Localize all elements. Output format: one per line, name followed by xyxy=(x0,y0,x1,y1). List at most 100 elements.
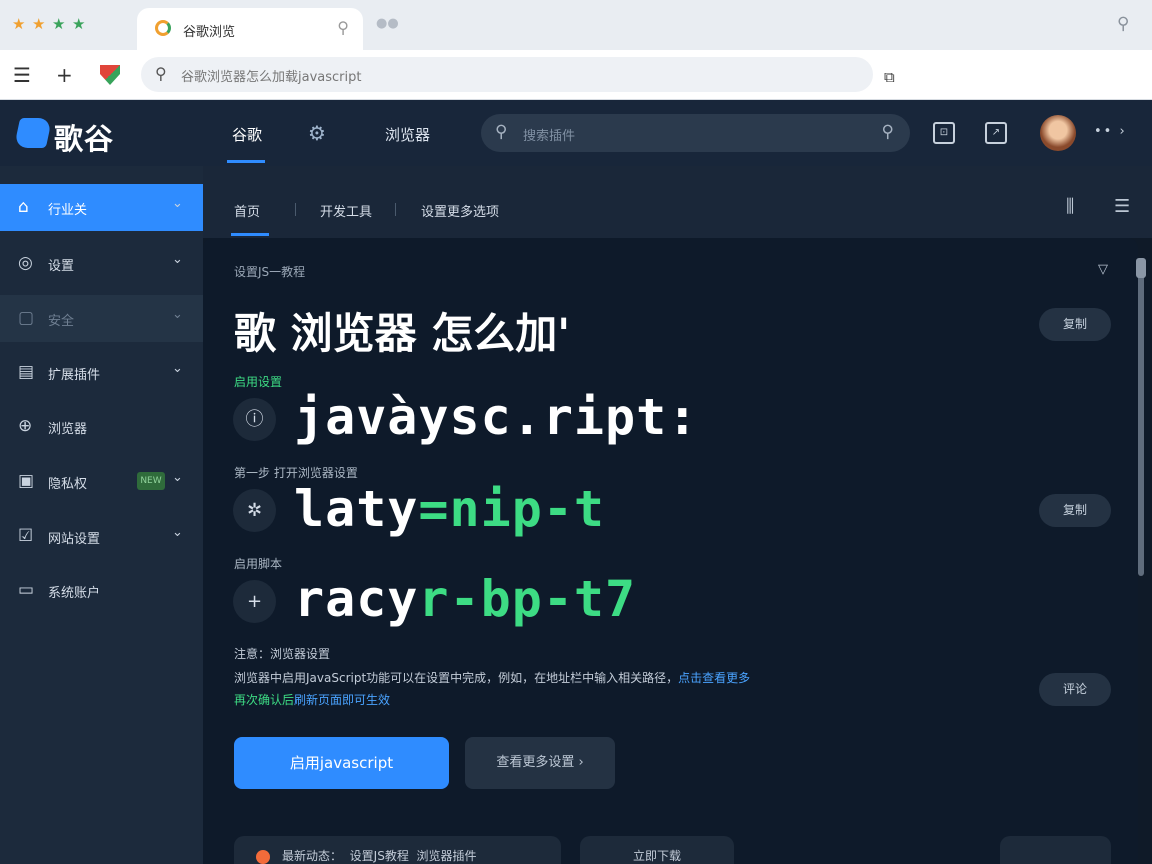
sidebar-item-privacy[interactable]: ▣ 隐私权 NEW ⌄ xyxy=(0,458,203,505)
eye-icon: ◎ xyxy=(18,253,33,273)
sidebar-item-extensions[interactable]: ▤ 扩展插件 ⌄ xyxy=(0,349,203,396)
logo-icon[interactable] xyxy=(13,118,53,148)
site-search[interactable]: ⚲ 搜索插件 ⚲ xyxy=(481,114,910,152)
enable-javascript-button[interactable]: 启用javascript xyxy=(234,737,449,789)
gear-icon: ✲ xyxy=(233,489,276,532)
clipboard-icon: ▤ xyxy=(18,362,35,382)
tab-divider xyxy=(295,203,296,216)
comment-button[interactable]: 评论 xyxy=(1039,673,1111,706)
description-heading: 注意：浏览器设置 xyxy=(234,647,331,661)
new-badge: NEW xyxy=(137,472,165,490)
more-settings-button[interactable]: 查看更多设置 › xyxy=(465,737,615,789)
address-bar-text[interactable]: 谷歌浏览器怎么加载javascript xyxy=(181,66,361,85)
sidebar-item-label: 行业关 xyxy=(48,203,88,218)
star-icon[interactable]: ★ xyxy=(32,17,47,32)
sidebar-item-settings[interactable]: ◎ 设置 ⌄ xyxy=(0,240,203,287)
tab-more-settings[interactable]: 设置更多选项 xyxy=(421,201,499,220)
tab-dev-tools[interactable]: 开发工具 xyxy=(320,201,372,220)
browser-tab[interactable]: 谷歌浏览 ⚲ xyxy=(137,8,363,50)
install-icon[interactable]: ⧉ xyxy=(884,65,895,89)
description-line: 再次确认后刷新页面即可生效 xyxy=(234,691,390,708)
card-text: 浏览器插件 xyxy=(416,849,477,863)
chevron-down-icon[interactable]: ⌄ xyxy=(172,361,183,376)
window-controls: ★ ★ ★ ★ xyxy=(12,17,87,32)
news-card[interactable]: 最新动态： 设置JS教程 浏览器插件 xyxy=(234,836,561,864)
description-link[interactable]: 刷新页面即可生效 xyxy=(294,693,390,707)
sidebar-item-security[interactable]: ▢ 安全 ⌄ xyxy=(0,295,203,342)
card-text: 设置JS教程 xyxy=(349,849,409,863)
step-label: 启用设置 xyxy=(234,375,283,389)
sidebar-item-system-account[interactable]: ▭ 系统账户 xyxy=(0,567,203,614)
code-text-highlight: r-bp-t7 xyxy=(418,570,637,628)
shield-icon[interactable] xyxy=(100,65,120,85)
breadcrumb: 设置JS一教程 xyxy=(234,265,306,279)
tab-active-indicator xyxy=(231,233,269,236)
code-text-highlight: =nip-t xyxy=(418,480,606,538)
extension-icon[interactable]: ⚙ xyxy=(308,121,326,145)
info-icon: ⓘ xyxy=(233,398,276,441)
tab-search-icon[interactable]: ⚲ xyxy=(1117,14,1129,34)
logo-text[interactable]: 歌谷 xyxy=(54,116,114,158)
address-bar[interactable]: ⚲ 谷歌浏览器怎么加载javascript xyxy=(141,57,873,92)
nav-active-indicator xyxy=(227,160,265,163)
list-icon[interactable]: ☰ xyxy=(1114,196,1130,217)
code-line: racyr-bp-t7 xyxy=(294,570,636,628)
extra-card[interactable] xyxy=(1000,836,1111,864)
sidebar-item-site-settings[interactable]: ☑ 网站设置 ⌄ xyxy=(0,513,203,560)
copy-button[interactable]: 复制 xyxy=(1039,308,1111,341)
sidebar-item-label: 浏览器 xyxy=(48,422,88,437)
search-submit-icon[interactable]: ⚲ xyxy=(882,122,894,142)
nav-item-browser[interactable]: 浏览器 xyxy=(385,124,430,145)
tab-search-icon[interactable]: ⚲ xyxy=(337,18,349,37)
download-card[interactable]: 立即下载 xyxy=(580,836,734,864)
star-icon[interactable]: ★ xyxy=(52,17,67,32)
export-icon[interactable]: ↗ xyxy=(985,122,1007,144)
scrollbar[interactable] xyxy=(1138,258,1144,576)
collapse-icon[interactable]: ▽ xyxy=(1098,262,1108,277)
chevron-down-icon[interactable]: ⌄ xyxy=(172,252,183,267)
scrollbar-thumb[interactable] xyxy=(1136,258,1146,278)
site-header: 歌谷 谷歌 ⚙ 浏览器 ⚲ 搜索插件 ⚲ ⊡ ↗ •• › xyxy=(0,100,1152,166)
tab-home[interactable]: 首页 xyxy=(234,201,260,220)
step-label: 第一步 打开浏览器设置 xyxy=(234,466,358,480)
page-title: 歌 浏览器 怎么加' xyxy=(234,309,571,358)
card-title: 最新动态： xyxy=(282,849,343,863)
chevron-down-icon[interactable]: ⌄ xyxy=(172,196,183,211)
plus-icon: + xyxy=(233,580,276,623)
star-icon[interactable]: ★ xyxy=(12,17,27,32)
chevron-down-icon[interactable]: ⌄ xyxy=(172,470,183,485)
window-icon[interactable]: ⊡ xyxy=(933,122,955,144)
check-square-icon: ☑ xyxy=(18,526,34,546)
search-icon: ⚲ xyxy=(495,122,508,142)
copy-button[interactable]: 复制 xyxy=(1039,494,1111,527)
sidebar-item-label: 网站设置 xyxy=(48,532,101,547)
sidebar-item-industry[interactable]: ⌂ 行业关 ⌄ xyxy=(0,184,203,231)
chevron-down-icon[interactable]: ⌄ xyxy=(172,307,183,322)
home-icon: ⌂ xyxy=(18,197,29,217)
chevron-down-icon[interactable]: ⌄ xyxy=(172,525,183,540)
description-highlight: 再次确认后 xyxy=(234,693,295,707)
search-placeholder: 搜索插件 xyxy=(523,129,576,144)
new-tab-icon[interactable]: ●● xyxy=(376,16,399,31)
sidebar-item-label: 设置 xyxy=(48,259,75,274)
description-text: 浏览器中启用JavaScript功能可以在设置中完成，例如，在地址栏中输入相关路… xyxy=(234,671,679,685)
sidebar-item-label: 隐私权 xyxy=(48,477,88,492)
sidebar-item-label: 扩展插件 xyxy=(48,368,101,383)
user-avatar[interactable] xyxy=(1040,115,1076,151)
chart-icon[interactable]: ⫼ xyxy=(1066,196,1074,217)
code-line: laty=nip-t xyxy=(294,480,605,538)
sidebar-item-label: 安全 xyxy=(48,314,75,329)
tab-favicon-icon xyxy=(155,20,171,36)
sidebar-item-browser[interactable]: ⊕ 浏览器 xyxy=(0,403,203,450)
description-link[interactable]: 点击查看更多 xyxy=(678,671,750,685)
grid-icon: ⊕ xyxy=(18,416,33,436)
copy-button-label: 复制 xyxy=(1062,317,1087,331)
star-icon[interactable]: ★ xyxy=(72,17,87,32)
menu-icon[interactable]: ☰ xyxy=(13,63,31,87)
search-icon: ⚲ xyxy=(155,64,167,83)
nav-item-home[interactable]: 谷歌 xyxy=(232,124,262,145)
code-text: javàysc.ript: xyxy=(294,388,699,446)
code-line: javàysc.ript: xyxy=(294,388,698,446)
more-icon[interactable]: •• › xyxy=(1094,124,1127,139)
add-icon[interactable]: + xyxy=(56,63,73,87)
